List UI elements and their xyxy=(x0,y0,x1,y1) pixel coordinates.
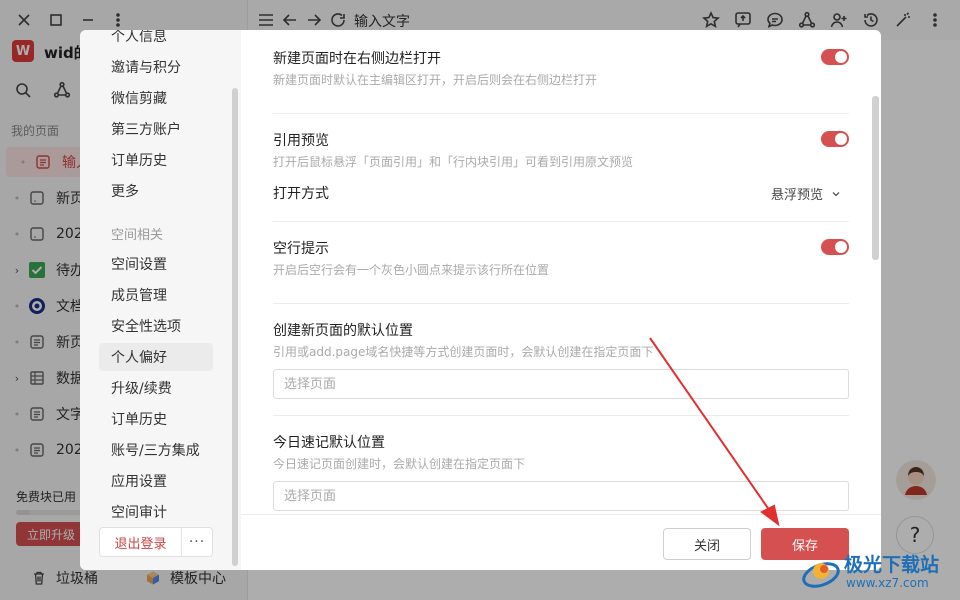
setting-empty-line-title: 空行提示 xyxy=(273,241,329,257)
setting-quick-note-title: 今日速记默认位置 xyxy=(273,435,385,451)
nav-item-audit[interactable]: 空间审计 xyxy=(99,498,213,526)
nav-item-security[interactable]: 安全性选项 xyxy=(99,312,213,340)
open-mode-value: 悬浮预览 xyxy=(771,188,824,203)
close-button[interactable]: 关闭 xyxy=(663,528,751,560)
logout-button[interactable]: 退出登录 xyxy=(100,528,182,556)
setting-default-location-desc: 引用或add.page域名快捷等方式创建页面时，会默认创建在指定页面下 xyxy=(273,345,654,359)
nav-item-preferences[interactable]: 个人偏好 xyxy=(99,343,213,371)
empty-line-toggle[interactable] xyxy=(821,239,849,255)
settings-modal: 个人信息 邀请与积分 微信剪藏 第三方账户 订单历史 更多 空间相关 空间设置 … xyxy=(80,30,881,570)
ref-preview-toggle[interactable] xyxy=(821,131,849,147)
nav-item-profile[interactable]: 个人信息 xyxy=(99,30,213,50)
nav-item-members[interactable]: 成员管理 xyxy=(99,281,213,309)
quick-note-location-input[interactable] xyxy=(273,481,849,511)
setting-ref-preview-title: 引用预览 xyxy=(273,133,329,149)
more-options-button[interactable]: ··· xyxy=(182,528,212,556)
nav-item-space-orders[interactable]: 订单历史 xyxy=(99,405,213,433)
nav-item-more[interactable]: 更多 xyxy=(99,177,213,205)
setting-ref-preview-desc: 打开后鼠标悬浮「页面引用」和「行内块引用」可看到引用原文预览 xyxy=(273,155,634,169)
nav-item-third-party[interactable]: 第三方账户 xyxy=(99,115,213,143)
nav-item-upgrade[interactable]: 升级/续费 xyxy=(99,374,213,402)
content-scrollbar[interactable] xyxy=(872,96,879,260)
setting-empty-line-desc: 开启后空行会有一个灰色小圆点来提示该行所在位置 xyxy=(273,263,550,277)
watermark-name: 极光下载站 xyxy=(844,554,940,576)
chevron-down-icon xyxy=(832,191,840,196)
open-mode-select[interactable]: 悬浮预览 xyxy=(771,184,841,203)
sidebar-open-toggle[interactable] xyxy=(821,49,849,65)
setting-sidebar-open-title: 新建页面时在右侧边栏打开 xyxy=(273,51,441,67)
nav-item-integrations[interactable]: 账号/三方集成 xyxy=(99,436,213,464)
open-mode-label: 打开方式 xyxy=(273,186,329,202)
settings-content: 新建页面时在右侧边栏打开 新建页面时默认在主编辑区打开，开启后则会在右侧边栏打开… xyxy=(241,30,881,514)
watermark-logo-icon xyxy=(802,562,840,588)
divider xyxy=(273,221,849,222)
setting-sidebar-open-desc: 新建页面时默认在主编辑区打开，开启后则会在右侧边栏打开 xyxy=(273,73,598,87)
settings-nav: 个人信息 邀请与积分 微信剪藏 第三方账户 订单历史 更多 空间相关 空间设置 … xyxy=(80,30,241,570)
nav-item-app-settings[interactable]: 应用设置 xyxy=(99,467,213,495)
divider xyxy=(273,415,849,416)
nav-item-wechat-clip[interactable]: 微信剪藏 xyxy=(99,84,213,112)
watermark: 极光下载站 www.xz7.com xyxy=(800,550,956,596)
setting-quick-note-desc: 今日速记页面创建时，会默认创建在指定页面下 xyxy=(273,457,526,471)
watermark-url: www.xz7.com xyxy=(846,576,929,590)
default-location-input[interactable] xyxy=(273,369,849,399)
nav-item-orders[interactable]: 订单历史 xyxy=(99,146,213,174)
divider xyxy=(273,113,849,114)
nav-scrollbar[interactable] xyxy=(232,88,238,566)
section-space-label: 空间相关 xyxy=(111,228,164,243)
divider xyxy=(273,303,849,304)
logout-group: 退出登录 ··· xyxy=(99,527,213,557)
setting-default-location-title: 创建新页面的默认位置 xyxy=(273,323,413,339)
nav-item-space-settings[interactable]: 空间设置 xyxy=(99,250,213,278)
modal-footer: 关闭 保存 xyxy=(241,514,881,570)
nav-item-invite[interactable]: 邀请与积分 xyxy=(99,53,213,81)
